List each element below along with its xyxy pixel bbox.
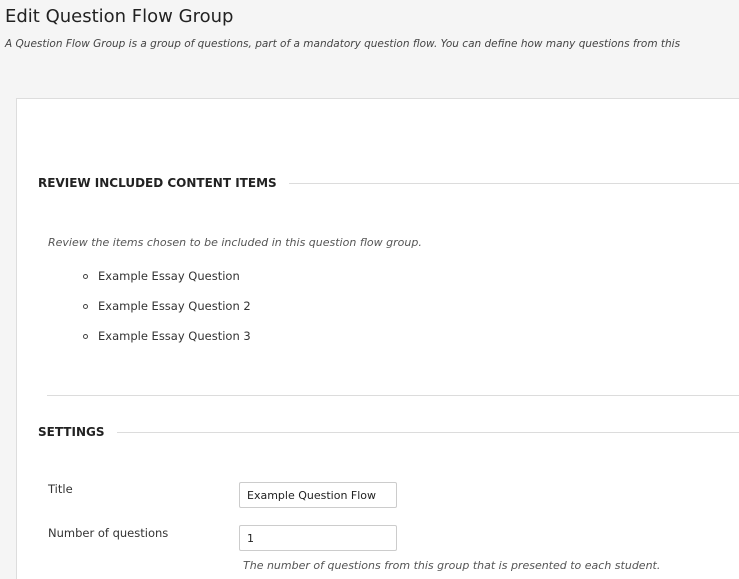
- number-of-questions-help: The number of questions from this group …: [243, 559, 660, 572]
- number-of-questions-input[interactable]: [239, 525, 397, 551]
- list-item-label: Example Essay Question 2: [98, 299, 251, 313]
- bullet-icon: [83, 304, 88, 309]
- title-input[interactable]: [239, 482, 397, 508]
- included-items-list: Example Essay Question Example Essay Que…: [83, 269, 251, 359]
- section-rule: [117, 432, 739, 433]
- page-description: A Question Flow Group is a group of ques…: [5, 38, 680, 50]
- list-item: Example Essay Question 2: [83, 299, 251, 329]
- page-header: Edit Question Flow Group A Question Flow…: [0, 0, 739, 98]
- section-rule: [289, 183, 739, 184]
- settings-section-heading-label: SETTINGS: [38, 425, 105, 439]
- bullet-icon: [83, 334, 88, 339]
- content-panel: REVIEW INCLUDED CONTENT ITEMS Review the…: [16, 98, 739, 579]
- list-item: Example Essay Question 3: [83, 329, 251, 359]
- list-item: Example Essay Question: [83, 269, 251, 299]
- number-of-questions-label: Number of questions: [48, 526, 168, 540]
- list-item-label: Example Essay Question 3: [98, 329, 251, 343]
- review-section-heading: REVIEW INCLUDED CONTENT ITEMS: [38, 176, 739, 190]
- page-title: Edit Question Flow Group: [5, 6, 233, 27]
- list-item-label: Example Essay Question: [98, 269, 240, 283]
- settings-section-heading: SETTINGS: [38, 425, 739, 439]
- review-section-heading-label: REVIEW INCLUDED CONTENT ITEMS: [38, 176, 277, 190]
- bullet-icon: [83, 274, 88, 279]
- title-label: Title: [48, 482, 73, 496]
- review-instructions: Review the items chosen to be included i…: [48, 236, 422, 249]
- section-divider: [47, 395, 739, 396]
